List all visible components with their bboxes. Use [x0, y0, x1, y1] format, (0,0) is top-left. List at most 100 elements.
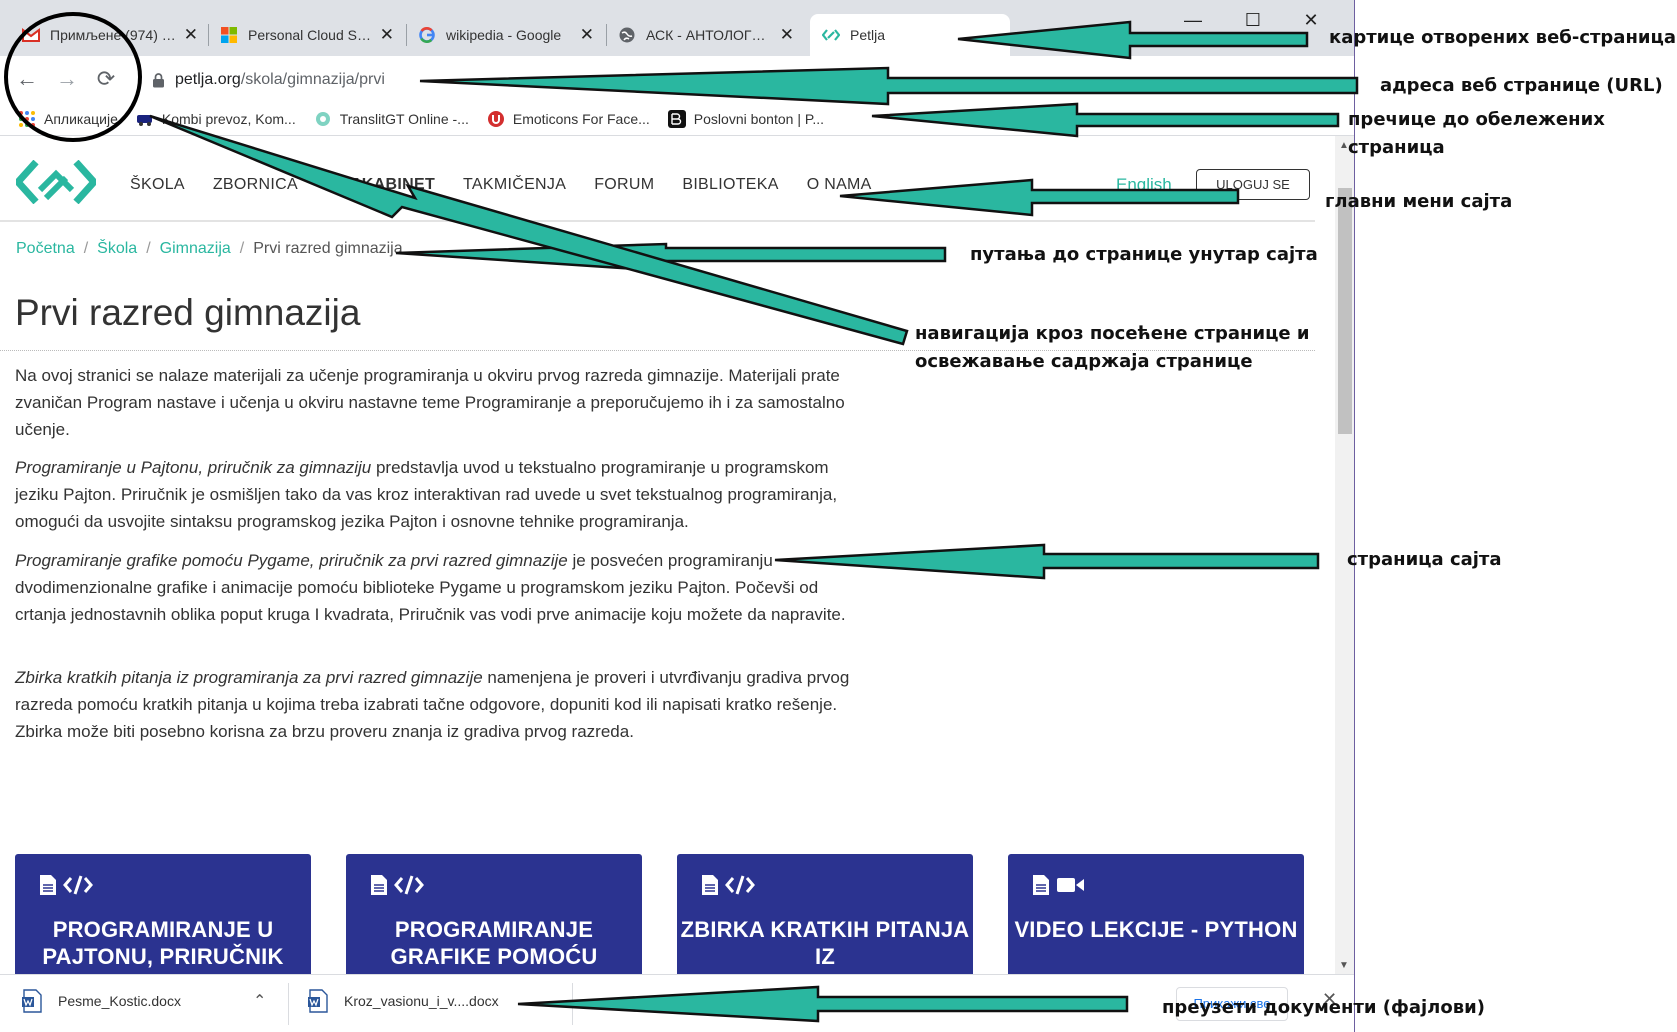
tab-google-search[interactable]: wikipedia - Google ✕ — [406, 18, 606, 52]
annotation-url: адреса веб странице (URL) — [1380, 75, 1663, 96]
paragraph-emphasis: Programiranje u Pajtonu, priručnik za gi… — [15, 458, 372, 477]
bookmark-translit[interactable]: TranslitGT Online -... — [314, 110, 469, 128]
forward-button[interactable]: → — [52, 66, 82, 92]
breadcrumb-gimnazija[interactable]: Gimnazija — [160, 240, 231, 258]
breadcrumb-home[interactable]: Početna — [16, 240, 75, 258]
reload-button[interactable]: ⟳ — [91, 66, 121, 92]
bookmark-label: Emoticons For Face... — [512, 110, 650, 127]
download-filename: Kroz_vasionu_i_v....docx — [344, 993, 499, 1009]
nav-o-nama[interactable]: O NAMA — [807, 176, 872, 194]
close-icon[interactable]: ✕ — [184, 25, 198, 45]
scroll-down-icon[interactable]: ▼ — [1339, 960, 1349, 971]
nav-forum[interactable]: FORUM — [594, 176, 654, 194]
card-icons — [370, 874, 424, 896]
address-bar[interactable]: petlja.org/skola/gimnazija/prvi — [140, 63, 1180, 97]
petlja-icon — [822, 29, 840, 41]
main-nav: ŠKOLA ZBORNICA NET.KABINET TAKMIČENJA FO… — [130, 176, 900, 194]
url-path: /skola/gimnazija/prvi — [240, 71, 385, 88]
card-title: PROGRAMIRANJE GRAFIKE POMOĆU — [390, 917, 598, 969]
document-icon — [702, 875, 718, 895]
zbirka-paragraph: Zbirka kratkih pitanja iz programiranja … — [15, 664, 865, 745]
card-title: VIDEO LEKCIJE - PYTHON — [1014, 917, 1298, 942]
annotation-navigation-line1: навигација кроз посећене странице и — [915, 323, 1310, 344]
breadcrumb-separator: / — [83, 240, 89, 257]
annotation-main-menu: главни мени сајта — [1325, 191, 1513, 212]
breadcrumb-skola[interactable]: Škola — [97, 240, 137, 258]
tab-personal-cloud[interactable]: Personal Cloud Stor ✕ — [208, 18, 406, 52]
annotation-bookmarks-line1: пречице до обележених — [1348, 109, 1605, 130]
tab-title: wikipedia - Google — [446, 27, 562, 43]
card-icons — [1032, 874, 1086, 896]
annotation-navigation-line2: освежавање садржаја странице — [915, 351, 1253, 372]
back-button[interactable]: ← — [12, 66, 42, 92]
login-button[interactable]: ULOGUJ SE — [1196, 169, 1310, 200]
nav-net-kabinet[interactable]: NET.KABINET — [326, 176, 435, 194]
tab-gmail[interactable]: Примљене (974) - s ✕ — [10, 18, 210, 52]
nav-skola[interactable]: ŠKOLA — [130, 176, 185, 194]
paragraph-emphasis: Zbirka kratkih pitanja iz programiranja … — [15, 668, 483, 687]
tab-title: Petlja — [850, 27, 886, 43]
page-title: Prvi razred gimnazija — [15, 292, 361, 333]
bookmark-apps[interactable]: Апликације — [18, 110, 118, 128]
gmail-icon — [22, 28, 40, 42]
lock-icon — [153, 72, 164, 87]
nav-biblioteka[interactable]: BIBLIOTEKA — [682, 176, 778, 194]
card-programiranje-pajton[interactable]: PROGRAMIRANJE U PAJTONU, PRIRUČNIK — [15, 854, 311, 974]
bookmark-emoticons[interactable]: Emoticons For Face... — [487, 110, 650, 128]
tab-title: АСК - АНТОЛОГИЈА — [646, 27, 772, 43]
bookmark-bonton[interactable]: Poslovni bonton | P... — [667, 109, 825, 128]
nav-zbornica[interactable]: ZBORNICA — [213, 176, 298, 194]
apps-icon — [19, 110, 35, 127]
site-header: ŠKOLA ZBORNICA NET.KABINET TAKMIČENJA FO… — [0, 136, 1315, 222]
code-icon — [725, 875, 755, 895]
download-separator — [288, 983, 289, 1025]
breadcrumb: Početna / Škola / Gimnazija / Prvi razre… — [16, 240, 403, 258]
card-video-lekcije[interactable]: VIDEO LEKCIJE - PYTHON — [1008, 854, 1304, 974]
browser-toolbar: ← → ⟳ petlja.org/skola/gimnazija/prvi — [0, 56, 1354, 102]
close-icon[interactable]: ✕ — [780, 25, 794, 45]
document-icon — [371, 875, 387, 895]
microsoft-icon — [221, 27, 237, 43]
card-zbirka-pitanja[interactable]: ZBIRKA KRATKIH PITANJA IZ — [677, 854, 973, 974]
bookmark-label: TranslitGT Online -... — [339, 110, 469, 127]
bookmark-kombi[interactable]: Kombi prevoz, Kom... — [136, 110, 296, 128]
tab-title: Personal Cloud Stor — [248, 27, 372, 43]
tab-petlja[interactable]: Petlja — [810, 14, 1010, 56]
document-icon — [40, 875, 56, 895]
close-icon[interactable]: ✕ — [580, 25, 594, 45]
tab-ask-antologija[interactable]: АСК - АНТОЛОГИЈА ✕ — [606, 18, 806, 52]
word-icon — [22, 989, 42, 1013]
maximize-button[interactable]: ☐ — [1228, 10, 1278, 31]
intro-paragraph: Na ovoj stranici se nalaze materijali za… — [15, 362, 865, 443]
scrollbar-thumb[interactable] — [1338, 188, 1352, 434]
bookmarks-bar: Апликације Kombi prevoz, Kom... Translit… — [0, 102, 1354, 136]
bonton-icon — [667, 109, 686, 128]
minimize-button[interactable]: — — [1168, 10, 1218, 31]
bookmark-label: Poslovni bonton | P... — [693, 110, 825, 127]
download-filename: Pesme_Kostic.docx — [58, 993, 181, 1009]
chevron-up-icon[interactable]: ⌃ — [253, 991, 266, 1011]
video-icon — [1057, 878, 1084, 892]
download-item[interactable]: Kroz_vasionu_i_v....docx — [308, 989, 499, 1013]
download-item[interactable]: Pesme_Kostic.docx ⌃ — [22, 989, 266, 1013]
petlja-logo[interactable] — [16, 160, 96, 204]
emoticons-icon — [487, 110, 504, 127]
language-link[interactable]: English — [1116, 175, 1172, 195]
url-host: petlja.org — [175, 71, 241, 88]
code-icon — [394, 875, 424, 895]
annotation-bookmarks-line2: страница — [1348, 137, 1445, 158]
nav-takmicenja[interactable]: TAKMIČENJA — [463, 176, 566, 194]
globe-icon — [619, 27, 635, 43]
breadcrumb-current: Prvi razred gimnazija — [253, 240, 403, 257]
download-shelf: Pesme_Kostic.docx ⌃ Kroz_vasionu_i_v....… — [0, 974, 1354, 1032]
browser-window: Примљене (974) - s ✕ Personal Cloud Stor… — [0, 0, 1355, 1032]
van-icon — [136, 114, 152, 126]
word-icon — [308, 989, 328, 1013]
document-icon — [1033, 875, 1049, 895]
close-icon[interactable]: ✕ — [380, 25, 394, 45]
card-title: ZBIRKA KRATKIH PITANJA IZ — [680, 917, 970, 969]
annotation-downloads: преузети документи (фајлови) — [1162, 997, 1485, 1018]
tab-title: Примљене (974) - s — [50, 27, 176, 43]
card-programiranje-grafike[interactable]: PROGRAMIRANJE GRAFIKE POMOĆU — [346, 854, 642, 974]
tab-strip: Примљене (974) - s ✕ Personal Cloud Stor… — [0, 0, 1354, 60]
